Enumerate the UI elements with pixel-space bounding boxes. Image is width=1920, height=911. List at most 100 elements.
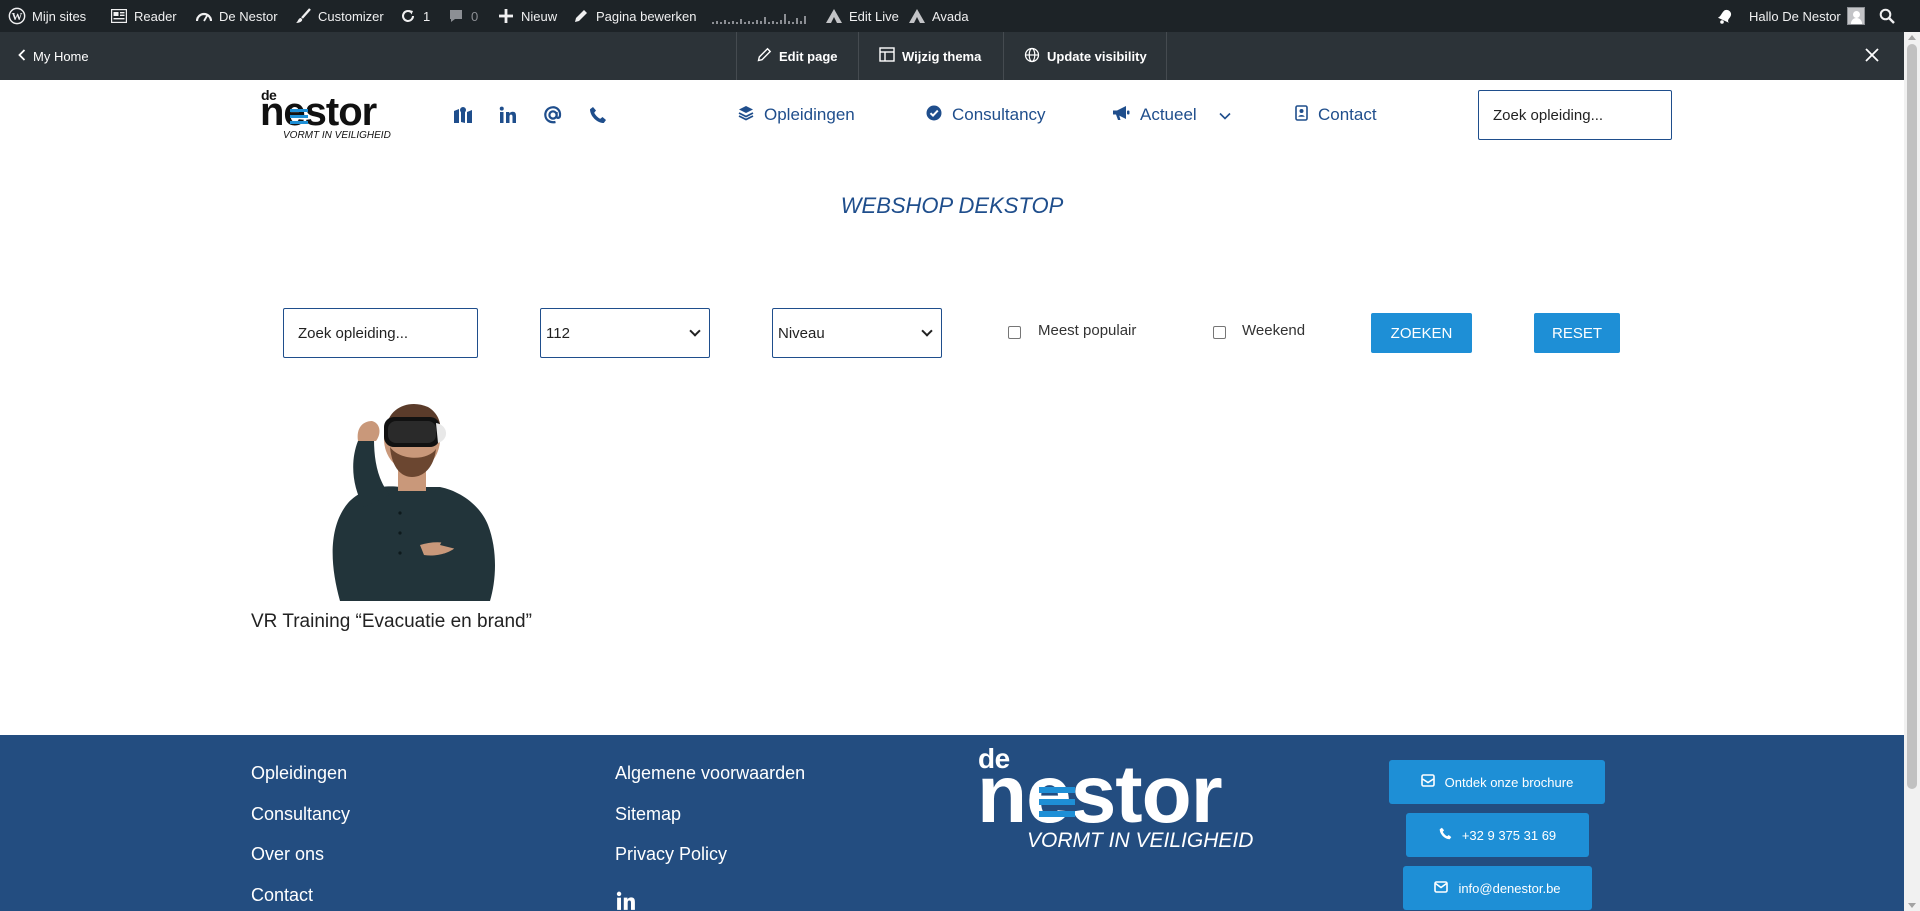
course-search-placeholder: Zoek opleiding...: [298, 324, 409, 342]
product-image[interactable]: [300, 395, 540, 601]
email-at-icon[interactable]: [541, 103, 565, 127]
footer-link-contact[interactable]: Contact: [251, 885, 313, 906]
avada-menu[interactable]: Avada: [908, 0, 969, 32]
my-home-link[interactable]: My Home: [18, 32, 89, 80]
product-title[interactable]: VR Training “Evacuatie en brand”: [251, 611, 532, 633]
edit-page-link[interactable]: Pagina bewerken: [572, 0, 696, 32]
search-icon: [1878, 7, 1896, 25]
level-select[interactable]: Niveau: [772, 308, 942, 358]
site-logo[interactable]: de nestor VORMT IN VEILIGHEID: [258, 87, 418, 144]
stats-sparkline[interactable]: [712, 0, 810, 32]
email-button[interactable]: info@denestor.be: [1403, 866, 1592, 910]
envelope-open-icon: [1420, 774, 1435, 790]
edit-live-label: Edit Live: [849, 8, 899, 24]
site-name-label: De Nestor: [219, 8, 278, 24]
brochure-button[interactable]: Ontdek onze brochure: [1389, 760, 1605, 804]
header-search-placeholder: Zoek opleiding...: [1493, 106, 1604, 124]
nav-consultancy[interactable]: Consultancy: [926, 102, 1046, 128]
layers-icon: [738, 105, 754, 126]
footer-link-over-ons[interactable]: Over ons: [251, 844, 324, 865]
my-sites-label: Mijn sites: [32, 8, 87, 24]
megaphone-icon: [1112, 105, 1130, 126]
site-name-menu[interactable]: De Nestor: [195, 0, 278, 32]
email-label: info@denestor.be: [1458, 880, 1561, 896]
divider: [1166, 32, 1167, 80]
course-search-input[interactable]: Zoek opleiding...: [283, 308, 478, 358]
update-visibility-button[interactable]: Update visibility: [1024, 32, 1147, 80]
logo-tagline: VORMT IN VEILIGHEID: [283, 130, 391, 141]
brochure-label: Ontdek onze brochure: [1444, 774, 1574, 790]
reset-button[interactable]: RESET: [1534, 313, 1620, 353]
my-sites-menu[interactable]: W Mijn sites: [8, 0, 86, 32]
scroll-down-arrow-icon[interactable]: [1908, 903, 1916, 908]
logo-stripes: [290, 109, 308, 112]
phone-button[interactable]: +32 9 375 31 69: [1406, 813, 1589, 857]
divider: [1003, 32, 1004, 80]
footer-link-terms[interactable]: Algemene voorwaarden: [615, 763, 805, 784]
scroll-up-arrow-icon[interactable]: [1908, 35, 1916, 40]
account-menu[interactable]: Hallo De Nestor: [1749, 0, 1865, 32]
notifications-button[interactable]: [1716, 0, 1734, 32]
edit-page-label: Edit page: [779, 48, 838, 64]
check-circle-icon: [926, 105, 942, 126]
nav-opleidingen[interactable]: Opleidingen: [738, 102, 855, 128]
page-scrollbar[interactable]: [1904, 32, 1920, 911]
vr-headset-person-illustration: [332, 403, 495, 601]
wp-admin-bar: W Mijn sites Reader De Nestor Customizer…: [0, 0, 1920, 32]
chevron-down-icon[interactable]: [1219, 105, 1231, 125]
location-select-value: 112: [546, 324, 570, 342]
comments-link[interactable]: 0: [447, 0, 478, 32]
footer-link-consultancy[interactable]: Consultancy: [251, 804, 350, 825]
nav-actueel[interactable]: Actueel: [1112, 102, 1231, 128]
close-icon: [1865, 47, 1879, 65]
updates-link[interactable]: 1: [399, 0, 430, 32]
pencil-icon: [757, 47, 772, 65]
divider: [736, 32, 737, 80]
map-icon[interactable]: [451, 103, 475, 127]
close-button[interactable]: [1865, 32, 1879, 80]
footer-link-opleidingen[interactable]: Opleidingen: [251, 763, 347, 784]
comments-count: 0: [471, 8, 479, 24]
globe-icon: [1024, 47, 1040, 66]
linkedin-icon[interactable]: [496, 103, 520, 127]
pencil-icon: [572, 7, 590, 25]
stats-sparkline-chart: [712, 14, 806, 24]
edit-page-button[interactable]: Edit page: [757, 32, 838, 80]
search-button[interactable]: ZOEKEN: [1371, 313, 1472, 353]
svg-text:W: W: [12, 11, 23, 23]
customizer-label: Customizer: [318, 8, 384, 24]
header-search-input[interactable]: Zoek opleiding...: [1478, 90, 1672, 140]
nav-contact[interactable]: Contact: [1295, 102, 1377, 128]
plus-icon: [497, 7, 515, 25]
comment-icon: [447, 7, 465, 25]
reader-label: Reader: [134, 8, 177, 24]
chevron-down-icon: [921, 325, 933, 337]
footer-logo[interactable]: de nestor VORMT IN VEILIGHEID: [977, 743, 1297, 857]
greeting-label: Hallo De Nestor: [1749, 8, 1841, 24]
admin-search-button[interactable]: [1878, 0, 1896, 32]
divider: [858, 32, 859, 80]
reader-icon: [110, 7, 128, 25]
popular-checkbox[interactable]: [1008, 326, 1021, 339]
contact-card-icon: [1295, 104, 1308, 126]
scrollbar-thumb[interactable]: [1907, 44, 1917, 789]
reader-link[interactable]: Reader: [110, 0, 177, 32]
popular-label: Meest populair: [1038, 322, 1137, 339]
footer-link-sitemap[interactable]: Sitemap: [615, 804, 681, 825]
weekend-checkbox[interactable]: [1213, 326, 1226, 339]
updates-icon: [399, 7, 417, 25]
wordpress-icon: W: [8, 7, 26, 25]
phone-icon[interactable]: [586, 103, 610, 127]
edit-live-link[interactable]: Edit Live: [825, 0, 899, 32]
envelope-icon: [1434, 880, 1449, 896]
location-select[interactable]: 112: [540, 308, 710, 358]
footer-logo-stripes: [1039, 787, 1075, 793]
layout-icon: [879, 47, 895, 65]
linkedin-icon[interactable]: [615, 891, 637, 911]
logo-nestor: nestor: [260, 90, 377, 134]
new-content-menu[interactable]: Nieuw: [497, 0, 557, 32]
customizer-link[interactable]: Customizer: [294, 0, 384, 32]
site-footer: Opleidingen Consultancy Over ons Contact…: [0, 735, 1904, 911]
footer-link-privacy[interactable]: Privacy Policy: [615, 844, 727, 865]
change-theme-button[interactable]: Wijzig thema: [879, 32, 981, 80]
